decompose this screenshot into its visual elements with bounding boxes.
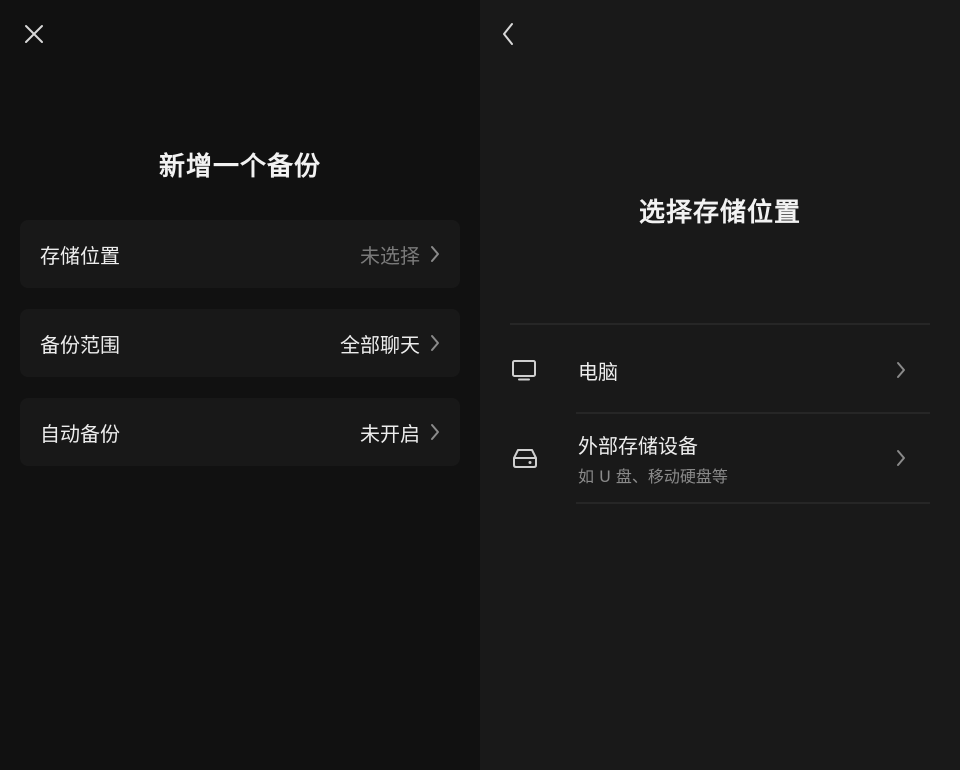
- backup-scope-item[interactable]: 备份范围 全部聊天: [20, 309, 460, 377]
- option-subtitle: 如 U 盘、移动硬盘等: [578, 466, 728, 486]
- option-external-storage[interactable]: 外部存储设备 如 U 盘、移动硬盘等: [510, 430, 930, 486]
- chevron-right-icon: [886, 361, 906, 379]
- back-button[interactable]: [492, 18, 524, 50]
- item-label: 存储位置: [40, 243, 120, 268]
- chevron-right-icon: [430, 423, 440, 441]
- option-title: 外部存储设备: [578, 433, 698, 458]
- chevron-right-icon: [886, 449, 906, 467]
- item-value: 未开启: [360, 421, 420, 446]
- divider: [576, 412, 930, 414]
- divider: [510, 323, 930, 325]
- option-computer[interactable]: 电脑: [510, 350, 930, 390]
- chevron-left-icon: [503, 23, 513, 45]
- option-title: 电脑: [578, 359, 618, 384]
- chevron-right-icon: [430, 334, 440, 352]
- storage-location-panel: 选择存储位置 电脑 外部存储设备 如 U 盘、移动硬盘等: [480, 0, 960, 770]
- page-title: 新增一个备份: [158, 152, 321, 182]
- new-backup-panel: 新增一个备份 存储位置 未选择 备份范围 全部聊天 自动备份 未开启: [0, 0, 480, 770]
- monitor-icon: [510, 358, 550, 382]
- page-title: 选择存储位置: [638, 198, 801, 228]
- item-value: 全部聊天: [340, 332, 420, 357]
- chevron-right-icon: [430, 245, 440, 263]
- hard-drive-icon: [510, 446, 550, 470]
- item-label: 备份范围: [40, 332, 120, 357]
- item-value: 未选择: [360, 243, 420, 268]
- divider: [576, 502, 930, 504]
- storage-location-item[interactable]: 存储位置 未选择: [20, 220, 460, 288]
- close-button[interactable]: [18, 18, 50, 50]
- item-label: 自动备份: [40, 421, 120, 446]
- auto-backup-item[interactable]: 自动备份 未开启: [20, 398, 460, 466]
- close-icon: [25, 25, 43, 43]
